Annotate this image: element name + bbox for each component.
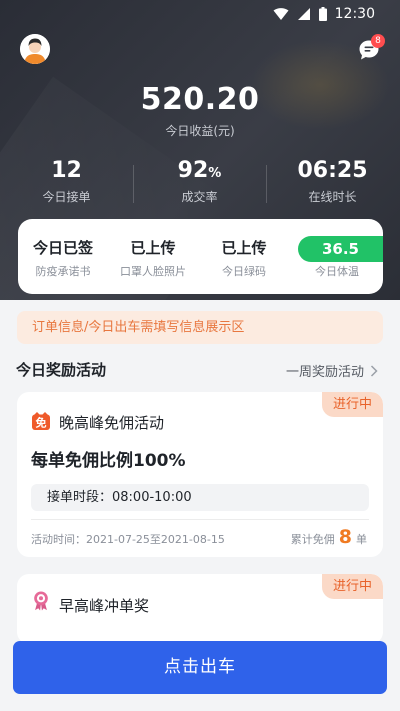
stat-value: 06:25	[297, 158, 368, 183]
stat-value: 92	[177, 158, 209, 183]
section-title: 今日奖励活动	[16, 361, 107, 379]
wifi-icon	[273, 8, 289, 20]
activity-card[interactable]: 进行中 免 晚高峰免佣活动 每单免佣比例100% 接单时段：08:00-10:0…	[17, 392, 383, 557]
status-badge: 进行中	[322, 574, 383, 599]
driver-avatar-icon	[20, 34, 50, 64]
temperature-value[interactable]: 36.5	[298, 236, 383, 262]
activity-name: 晚高峰免佣活动	[59, 414, 165, 432]
check-value: 今日已签	[32, 239, 93, 257]
avatar[interactable]	[20, 34, 50, 64]
earnings-value: 520.20	[140, 82, 260, 117]
check-label: 口罩人脸照片	[120, 265, 186, 278]
stat-value: 12	[51, 158, 82, 183]
check-label: 今日绿码	[222, 265, 266, 278]
order-info-notice: 订单信息/今日出车需填写信息展示区	[17, 311, 383, 344]
activity-headline: 每单免佣比例100%	[31, 451, 186, 471]
check-value: 已上传	[221, 239, 267, 257]
count-value: 8	[338, 526, 352, 548]
award-ribbon-icon	[34, 591, 48, 611]
check-pledge[interactable]: 今日已签 防疫承诺书	[18, 237, 108, 279]
stat-unit: %	[208, 166, 222, 181]
commission-free-icon: 免	[32, 412, 50, 430]
status-badge: 进行中	[322, 392, 383, 417]
stat-online-time: 06:25 在线时长	[266, 158, 399, 205]
count-unit: 单	[356, 533, 367, 546]
check-mask-photo[interactable]: 已上传 口罩人脸照片	[108, 237, 198, 279]
battery-icon	[318, 7, 327, 21]
message-icon	[359, 40, 379, 60]
check-value: 已上传	[130, 239, 176, 257]
stat-label: 成交率	[181, 190, 218, 204]
icon-glyph: 免	[36, 416, 47, 430]
earnings-label: 今日收益(元)	[165, 124, 235, 138]
check-label: 防疫承诺书	[35, 265, 91, 278]
chevron-right-icon	[370, 364, 378, 377]
status-time: 12:30	[334, 6, 375, 22]
messages-button[interactable]	[357, 38, 381, 62]
stat-label: 今日接单	[42, 190, 91, 204]
weekly-rewards-link[interactable]: 一周奖励活动	[286, 361, 378, 380]
check-label: 今日体温	[315, 265, 359, 278]
stat-orders: 12 今日接单	[0, 158, 133, 205]
activity-card[interactable]: 进行中 早高峰冲单奖	[17, 574, 383, 644]
activity-name: 早高峰冲单奖	[59, 597, 150, 615]
stat-success-rate: 92% 成交率	[133, 158, 266, 205]
status-bar: 12:30	[0, 0, 400, 28]
start-driving-button[interactable]: 点击出车	[13, 641, 387, 694]
check-green-code[interactable]: 已上传 今日绿码	[199, 237, 289, 279]
activity-date-range: 活动时间：2021-07-25至2021-08-15	[31, 533, 225, 546]
stat-label: 在线时长	[308, 190, 357, 204]
count-prefix: 累计免佣	[290, 533, 335, 546]
activity-period: 接单时段：08:00-10:00	[31, 484, 369, 511]
message-count-badge: 8	[371, 34, 385, 48]
weekly-rewards-label: 一周奖励活动	[285, 365, 364, 380]
activity-count: 累计免佣 8 单	[291, 526, 367, 548]
signal-icon	[297, 8, 310, 20]
divider	[31, 519, 369, 520]
